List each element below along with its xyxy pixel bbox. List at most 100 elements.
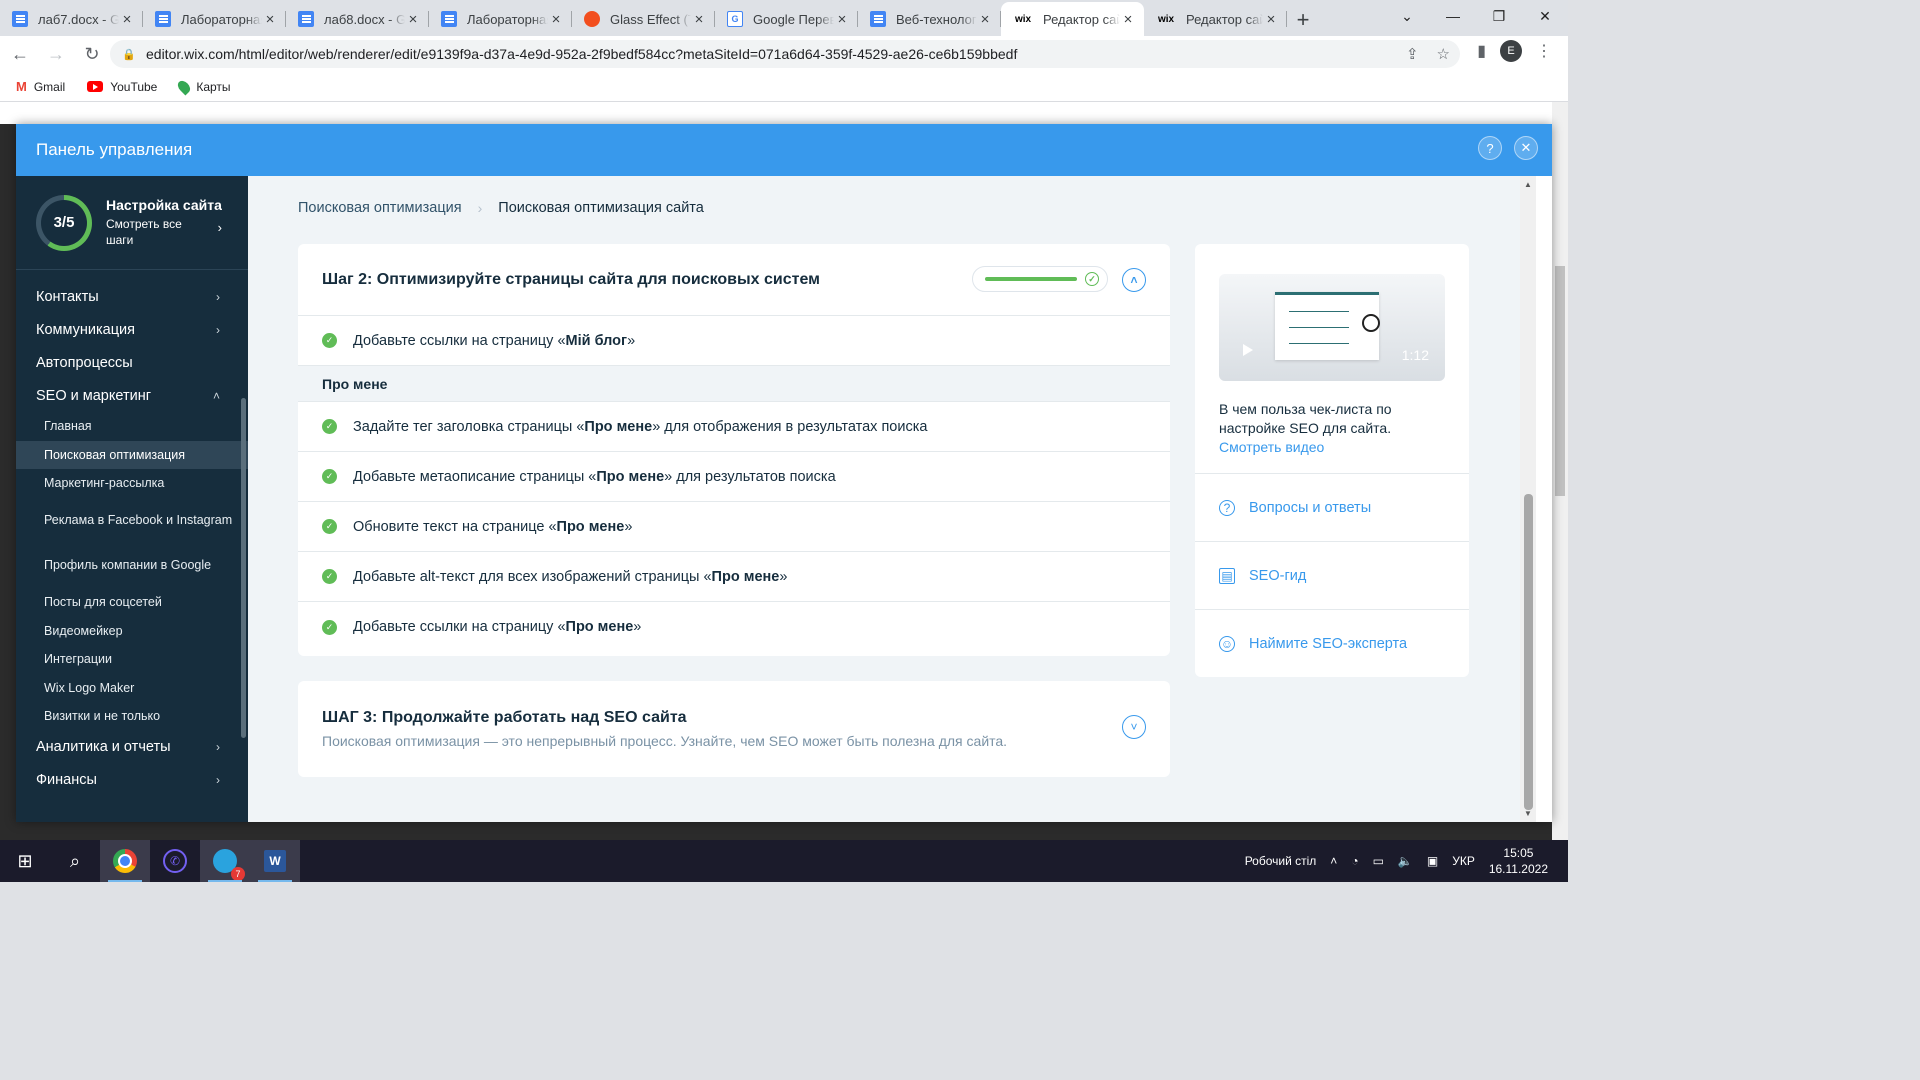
bookmark-label: YouTube (110, 79, 158, 94)
sidebar-subitem[interactable]: Посты для соцсетей (16, 588, 248, 617)
address-bar[interactable]: 🔒 editor.wix.com/html/editor/web/rendere… (110, 40, 1460, 68)
browser-tab[interactable]: G Google Переводчик× (715, 2, 858, 36)
help-card: 1:12 В чем польза чек-листа по настройке… (1195, 244, 1469, 677)
close-tab-icon[interactable]: × (1263, 11, 1279, 28)
sidebar-subitem[interactable]: Профиль компании в Google (16, 543, 248, 588)
forward-icon[interactable]: → (40, 38, 72, 70)
notification-icon[interactable]: ▣ (1427, 854, 1438, 868)
network-icon[interactable]: ◔ (1351, 854, 1358, 868)
new-tab-button[interactable]: + (1287, 4, 1319, 36)
browser-tab[interactable]: Лабораторная × (143, 2, 286, 36)
video-thumbnail[interactable]: 1:12 (1219, 274, 1445, 381)
close-modal-button[interactable]: ✕ (1514, 136, 1538, 160)
sidebar-subitem[interactable]: Главная (16, 412, 248, 441)
word-icon[interactable]: W (250, 840, 300, 882)
site-setup-widget[interactable]: 3/5 Настройка сайта Смотреть все шаги › (16, 176, 248, 270)
browser-tab[interactable]: wix Редактор сайта× (1001, 2, 1144, 36)
browser-tab[interactable]: wix Редактор сайта× (1144, 2, 1287, 36)
breadcrumb-parent[interactable]: Поисковая оптимизация (298, 200, 462, 216)
browser-tab[interactable]: Glass Effect (Te× (572, 2, 715, 36)
browser-tab[interactable]: лаб8.docx - Google Документы× (286, 2, 429, 36)
close-tab-icon[interactable]: × (262, 11, 278, 28)
language-indicator[interactable]: УКР (1452, 854, 1475, 868)
bookmark-maps[interactable]: Карты (175, 78, 231, 95)
bookmark-gmail[interactable]: M Gmail (16, 79, 65, 94)
task-row[interactable]: ✓ Добавьте метаописание страницы «Про мен… (298, 452, 1170, 502)
sidebar-item-analytics[interactable]: Аналитика и отчеты › (16, 731, 248, 764)
help-button[interactable]: ? (1478, 136, 1502, 160)
sidebar-item-label: Контакты (36, 288, 99, 305)
bookmark-star-icon[interactable]: ☆ (1437, 45, 1450, 63)
sidebar-subitem[interactable]: Визитки и не только (16, 702, 248, 731)
scroll-thumb[interactable] (1524, 494, 1533, 810)
close-tab-icon[interactable]: × (405, 11, 421, 28)
sidebar-subitem[interactable]: Интеграции (16, 645, 248, 674)
close-tab-icon[interactable]: × (119, 11, 135, 28)
close-tab-icon[interactable]: × (548, 11, 564, 28)
step-3-card[interactable]: ШАГ 3: Продолжайте работать над SEO сайт… (298, 681, 1170, 777)
profile-avatar[interactable]: E (1500, 40, 1522, 62)
search-icon[interactable]: ⌕ (50, 840, 100, 882)
link-label: SEO-гид (1249, 567, 1307, 584)
sidebar-item-automations[interactable]: Автопроцессы (16, 346, 248, 379)
menu-dots-icon[interactable]: ⋮ (1536, 41, 1552, 61)
content-scrollbar[interactable]: ▲ ▼ (1520, 176, 1536, 822)
clock[interactable]: 15:05 16.11.2022 (1489, 845, 1548, 877)
watch-video-link[interactable]: Смотреть видео (1219, 438, 1449, 457)
task-text: Добавьте ссылки на страницу «Мій блог» (353, 332, 636, 349)
scroll-up-icon[interactable]: ▲ (1524, 180, 1532, 189)
close-window-button[interactable]: ✕ (1522, 0, 1568, 32)
task-row[interactable]: ✓ Обновите текст на странице «Про мене» (298, 502, 1170, 552)
close-tab-icon[interactable]: × (1120, 11, 1136, 28)
tab-title: Glass Effect (Te (610, 11, 691, 27)
step-2-header[interactable]: Шаг 2: Оптимизируйте страницы сайта для … (298, 244, 1170, 316)
browser-tab[interactable]: лаб7.docx - Google Документы× (0, 2, 143, 36)
close-tab-icon[interactable]: × (691, 11, 707, 28)
maximize-button[interactable]: ❐ (1476, 0, 1522, 32)
sidebar-item-communication[interactable]: Коммуникация › (16, 313, 248, 346)
browser-tab[interactable]: Веб-технологии× (858, 2, 1001, 36)
setup-view-all-link[interactable]: Смотреть все шаги (106, 216, 206, 248)
battery-icon[interactable]: ▭ (1373, 854, 1384, 868)
telegram-icon[interactable]: 7 (200, 840, 250, 882)
sidebar-subitem[interactable]: Видеомейкер (16, 616, 248, 645)
desktop-label[interactable]: Робочий стіл (1245, 854, 1317, 868)
sidebar-subitem[interactable]: Wix Logo Maker (16, 674, 248, 703)
scroll-down-icon[interactable]: ▼ (1524, 809, 1532, 818)
reload-icon[interactable]: ↻ (76, 38, 108, 70)
share-icon[interactable]: ⇪ (1406, 45, 1419, 63)
browser-tab[interactable]: Лабораторная × (429, 2, 572, 36)
sidebar-scrollbar[interactable] (241, 398, 246, 738)
side-panel-icon[interactable]: ▮ (1477, 41, 1486, 61)
expand-button[interactable]: ˅ (1122, 715, 1146, 739)
chrome-icon[interactable] (100, 840, 150, 882)
tab-search-icon[interactable]: ⌄ (1384, 0, 1430, 32)
viber-icon[interactable]: ✆ (150, 840, 200, 882)
minimize-button[interactable]: — (1430, 0, 1476, 32)
windows-start-icon[interactable]: ⊞ (0, 840, 50, 882)
page-scrollbar[interactable] (1552, 102, 1568, 840)
chevron-up-icon[interactable]: ˄ (1330, 854, 1337, 868)
check-circle-icon: ✓ (322, 619, 337, 635)
seo-guide-link[interactable]: ▤ SEO-гид (1195, 541, 1469, 609)
task-row[interactable]: ✓ Добавьте ссылки на страницу «Мій блог» (298, 316, 1170, 366)
hire-expert-link[interactable]: ☺ Наймите SEO-эксперта (1195, 609, 1469, 677)
close-tab-icon[interactable]: × (977, 11, 993, 28)
sidebar-subitem[interactable]: Поисковая оптимизация (16, 440, 248, 470)
bookmark-youtube[interactable]: YouTube (87, 80, 157, 94)
back-icon[interactable]: ← (4, 38, 36, 70)
task-row[interactable]: ✓ Добавьте ссылки на страницу «Про мене» (298, 602, 1170, 652)
collapse-button[interactable]: ˄ (1122, 267, 1146, 292)
play-icon[interactable] (1243, 344, 1253, 356)
sidebar-subitem[interactable]: Маркетинг-рассылка (16, 469, 248, 498)
lock-icon[interactable]: 🔒 (122, 48, 136, 61)
sidebar-item-seo-marketing[interactable]: SEO и маркетинг ˄ (16, 379, 248, 412)
task-row[interactable]: ✓ Добавьте alt-текст для всех изображений… (298, 552, 1170, 602)
sidebar-subitem[interactable]: Реклама в Facebook и Instagram (16, 498, 248, 543)
task-row[interactable]: ✓ Задайте тег заголовка страницы «Про мен… (298, 402, 1170, 452)
faq-link[interactable]: ? Вопросы и ответы (1195, 473, 1469, 541)
sidebar-item-contacts[interactable]: Контакты › (16, 280, 248, 313)
sidebar-item-finance[interactable]: Финансы › (16, 764, 248, 797)
close-tab-icon[interactable]: × (834, 11, 850, 28)
volume-icon[interactable]: 🔈 (1398, 854, 1413, 868)
